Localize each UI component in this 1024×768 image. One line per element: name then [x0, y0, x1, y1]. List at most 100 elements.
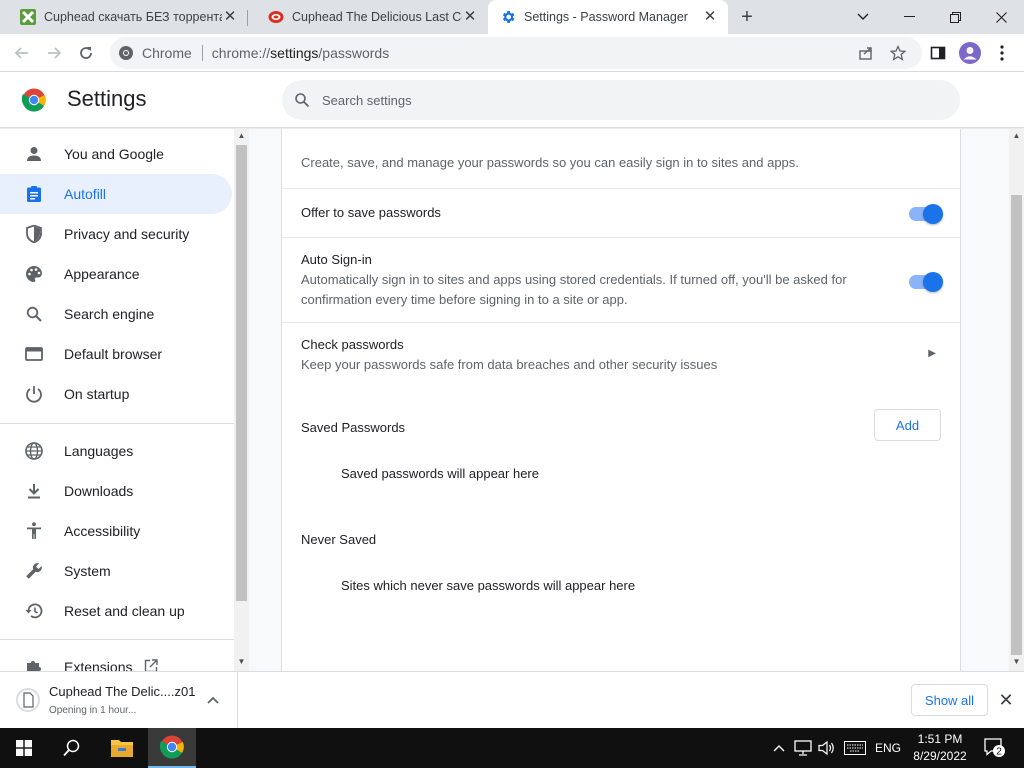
- scroll-up-arrow-icon[interactable]: ▲: [234, 129, 249, 143]
- sidebar-item-label: You and Google: [64, 146, 164, 162]
- sidebar-item-downloads[interactable]: Downloads: [0, 471, 232, 511]
- taskbar-clock[interactable]: 1:51 PM 8/29/2022: [900, 731, 980, 765]
- show-hidden-icons-chevron-icon[interactable]: [770, 728, 788, 768]
- sidebar-item-languages[interactable]: Languages: [0, 431, 232, 471]
- show-all-downloads-button[interactable]: Show all: [911, 684, 988, 716]
- scroll-down-arrow-icon[interactable]: ▼: [234, 655, 249, 669]
- main-scrollbar[interactable]: ▲ ▼: [1009, 129, 1024, 671]
- offer-to-save-label: Offer to save passwords: [301, 205, 441, 220]
- file-explorer-button[interactable]: [98, 728, 146, 768]
- sidebar-item-label: Search engine: [64, 306, 155, 322]
- settings-gear-icon: [502, 11, 515, 23]
- sidebar-item-search-engine[interactable]: Search engine: [0, 294, 232, 334]
- tab-settings-passwords[interactable]: Settings - Password Manager ✕: [488, 0, 728, 34]
- side-panel-icon[interactable]: [925, 40, 951, 66]
- scroll-up-arrow-icon[interactable]: ▲: [1009, 129, 1024, 143]
- chevron-right-icon[interactable]: ▶: [928, 348, 936, 359]
- back-button[interactable]: [9, 40, 35, 66]
- address-bar[interactable]: Chrome chrome://settings/passwords: [110, 37, 922, 69]
- share-icon[interactable]: [853, 40, 879, 66]
- forward-button[interactable]: [41, 40, 67, 66]
- forward-arrow-icon: [48, 47, 62, 59]
- reload-button[interactable]: [73, 40, 99, 66]
- sidebar-item-on-startup[interactable]: On startup: [0, 374, 232, 414]
- back-arrow-icon: [14, 47, 28, 59]
- auto-signin-label: Auto Sign-in: [301, 252, 372, 267]
- settings-title: Settings: [67, 86, 147, 111]
- volume-icon[interactable]: [816, 728, 838, 768]
- sidebar-item-label: On startup: [64, 386, 130, 402]
- sidebar-item-label: Reset and clean up: [64, 603, 185, 619]
- menu-kebab-icon[interactable]: [989, 40, 1015, 66]
- chevron-up-icon[interactable]: [205, 692, 221, 708]
- sidebar-scrollbar[interactable]: ▲ ▼: [234, 129, 249, 671]
- tab-title: Cuphead The Delicious Last Cour: [292, 10, 462, 24]
- sidebar-item-accessibility[interactable]: Accessibility: [0, 511, 232, 551]
- windows-taskbar: ENG 1:51 PM 8/29/2022 2: [0, 728, 1024, 768]
- sidebar-item-autofill[interactable]: Autofill: [0, 174, 232, 214]
- offer-to-save-row[interactable]: Offer to save passwords: [282, 188, 960, 237]
- search-icon: [24, 304, 44, 324]
- never-saved-heading: Never Saved: [301, 532, 377, 547]
- minimize-button[interactable]: [886, 0, 932, 34]
- file-progress-icon: [16, 688, 40, 712]
- close-tab-icon[interactable]: ✕: [462, 9, 478, 25]
- sidebar-item-default-browser[interactable]: Default browser: [0, 334, 232, 374]
- download-item[interactable]: Cuphead The Delic....z01 Opening in 1 ho…: [0, 672, 238, 728]
- bookmark-star-icon[interactable]: [885, 40, 911, 66]
- settings-search-box[interactable]: [282, 80, 960, 120]
- sidebar-item-label: Extensions: [64, 659, 133, 671]
- close-tab-icon[interactable]: ✕: [702, 9, 718, 25]
- never-saved-empty-text: Sites which never save passwords will ap…: [341, 578, 636, 593]
- sidebar-divider: [0, 423, 234, 424]
- scrollbar-thumb[interactable]: [1011, 195, 1022, 655]
- cuphead-x-icon: [20, 9, 36, 25]
- restore-icon: [24, 601, 44, 621]
- chrome-taskbar-button[interactable]: [148, 728, 196, 768]
- password-manager-card: Create, save, and manage your passwords …: [281, 129, 961, 671]
- auto-signin-toggle[interactable]: [909, 272, 943, 292]
- action-center-button[interactable]: 2: [980, 728, 1010, 768]
- auto-signin-description-line1: Automatically sign in to sites and apps …: [301, 272, 847, 287]
- tab-cuphead-dlc[interactable]: Cuphead The Delicious Last Cour ✕: [248, 0, 488, 34]
- scrollbar-thumb[interactable]: [236, 145, 247, 601]
- taskbar-search-button[interactable]: [48, 728, 96, 768]
- windows-start-button[interactable]: [0, 728, 48, 768]
- add-password-button[interactable]: Add: [874, 409, 941, 441]
- keyboard-icon[interactable]: [842, 728, 868, 768]
- auto-signin-row[interactable]: Auto Sign-in Automatically sign in to si…: [282, 237, 960, 322]
- tab-cuphead-download[interactable]: Cuphead скачать БЕЗ торрента ✕: [0, 0, 248, 34]
- close-download-shelf-icon[interactable]: ✕: [996, 690, 1016, 710]
- sidebar-item-you-and-google[interactable]: You and Google: [0, 134, 232, 174]
- download-icon: [24, 481, 44, 501]
- folder-icon: [111, 740, 133, 757]
- offer-to-save-toggle[interactable]: [909, 204, 943, 224]
- settings-main: Create, save, and manage your passwords …: [249, 129, 1009, 671]
- tab-search-chevron-icon[interactable]: [840, 0, 886, 34]
- network-icon[interactable]: [792, 728, 814, 768]
- clock-date: 8/29/2022: [913, 749, 967, 763]
- close-window-button[interactable]: [978, 0, 1024, 34]
- close-tab-icon[interactable]: ✕: [222, 9, 238, 25]
- profile-avatar[interactable]: [957, 40, 983, 66]
- new-tab-button[interactable]: +: [736, 7, 758, 29]
- site-label: Chrome: [142, 45, 192, 61]
- notification-icon: 2: [984, 738, 1005, 758]
- settings-search-input[interactable]: [322, 92, 882, 108]
- sidebar-divider: [0, 639, 234, 640]
- reload-icon: [80, 47, 92, 59]
- settings-header: Settings: [0, 72, 1024, 128]
- settings-sidebar: You and Google Autofill Privacy and secu…: [0, 129, 234, 671]
- sidebar-item-system[interactable]: System: [0, 551, 232, 591]
- restore-button[interactable]: [932, 0, 978, 34]
- scroll-down-arrow-icon[interactable]: ▼: [1009, 655, 1024, 669]
- sidebar-item-appearance[interactable]: Appearance: [0, 254, 232, 294]
- globe-icon: [24, 441, 44, 461]
- check-passwords-label: Check passwords: [301, 337, 404, 352]
- game-site-icon: [268, 11, 284, 23]
- sidebar-item-privacy[interactable]: Privacy and security: [0, 214, 232, 254]
- download-shelf: Cuphead The Delic....z01 Opening in 1 ho…: [0, 671, 1024, 728]
- sidebar-item-extensions[interactable]: Extensions: [0, 647, 232, 671]
- check-passwords-row[interactable]: Check passwords Keep your passwords safe…: [282, 322, 960, 386]
- sidebar-item-reset[interactable]: Reset and clean up: [0, 591, 232, 631]
